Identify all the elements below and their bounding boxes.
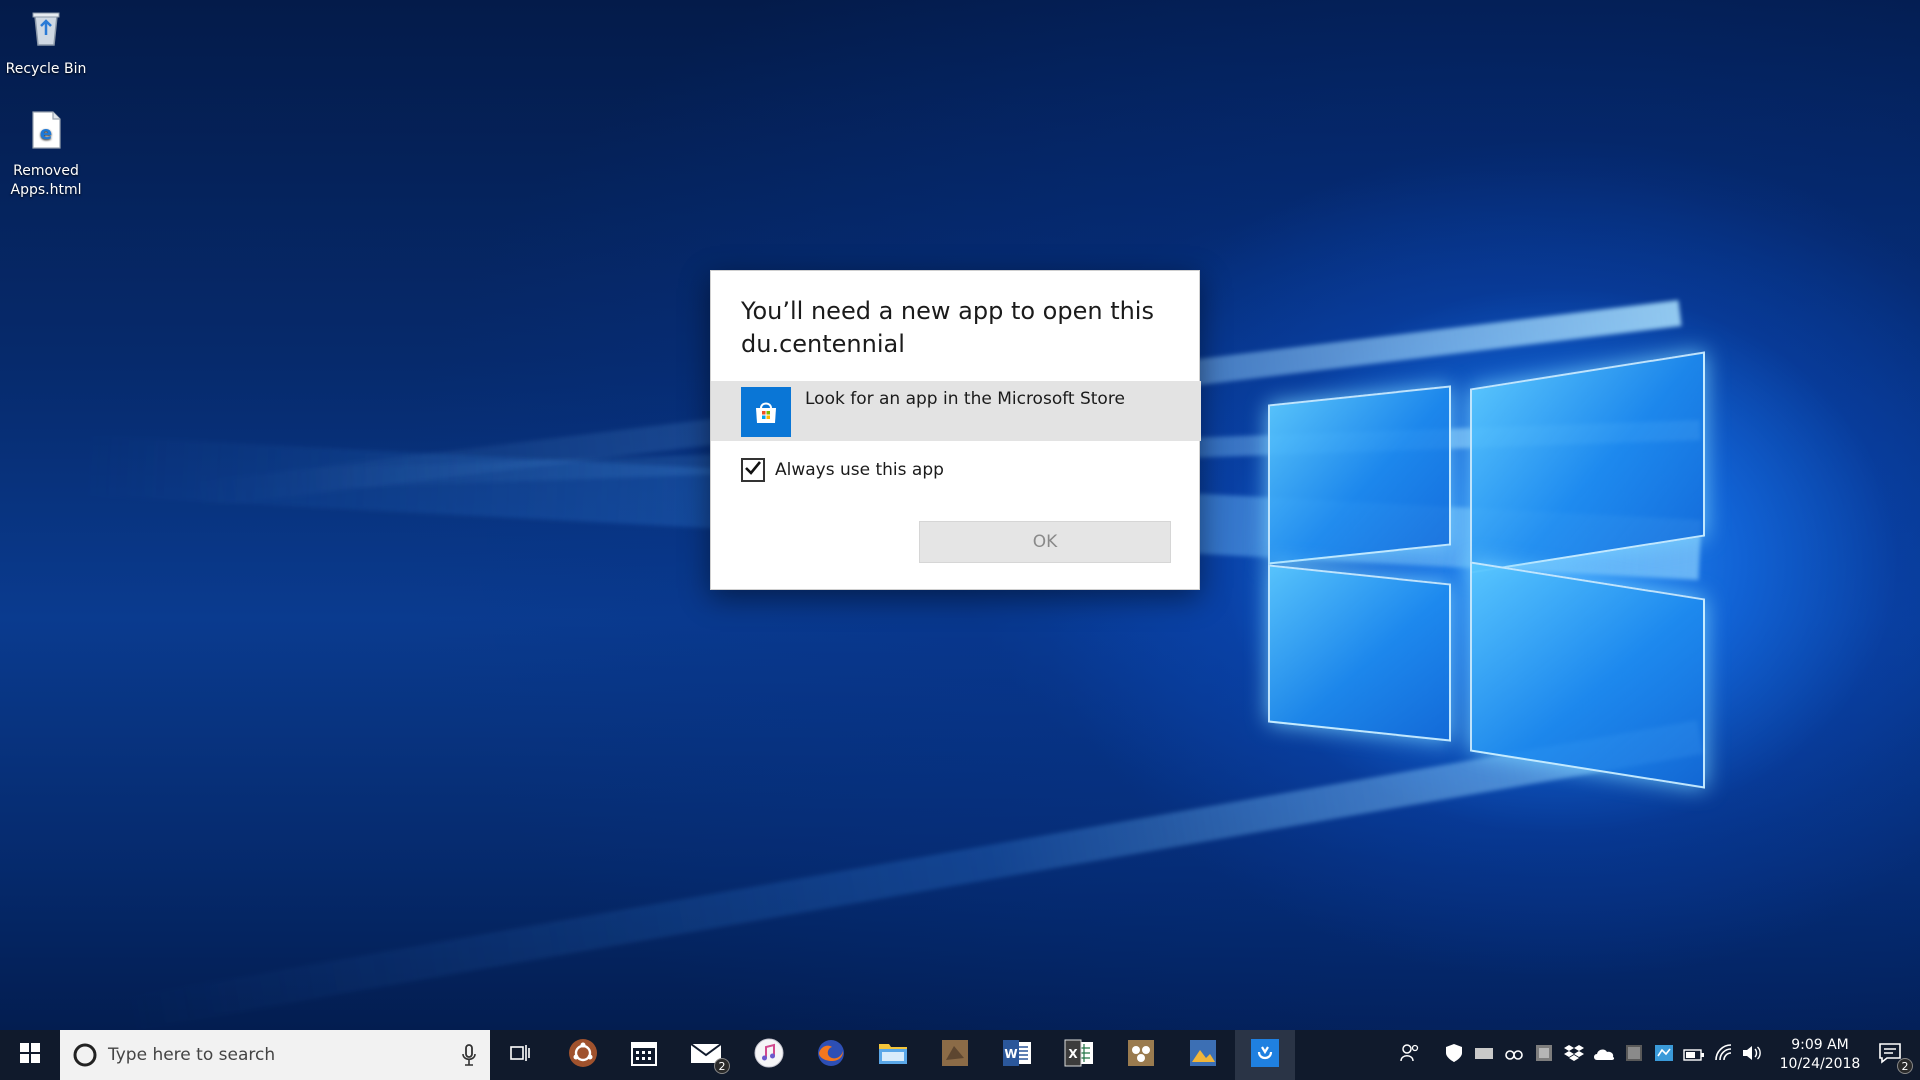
desktop-icon-label: Recycle Bin [5,61,87,77]
microsoft-store-icon [741,387,791,437]
microsoft-store-option[interactable]: Look for an app in the Microsoft Store [711,381,1201,441]
dropbox-icon [1564,1044,1584,1066]
windows-start-icon [20,1043,40,1067]
cortana-icon [72,1042,98,1068]
always-use-label: Always use this app [775,460,944,480]
volume-icon [1742,1044,1762,1066]
svg-text:W: W [1004,1047,1017,1061]
tray-app[interactable] [1620,1030,1648,1080]
tray-app[interactable] [1470,1030,1498,1080]
tray-dropbox[interactable] [1560,1030,1588,1080]
taskbar-app[interactable] [1173,1030,1233,1080]
taskbar-app[interactable] [739,1030,799,1080]
calendar-icon [630,1039,658,1071]
search-placeholder: Type here to search [108,1045,276,1065]
windows-logo-pane [1470,561,1705,789]
open-with-dialog: You’ll need a new app to open this du.ce… [710,270,1201,590]
search-input[interactable]: Type here to search [60,1030,490,1080]
recycle-bin-icon [0,8,92,54]
windows-logo-pane [1470,351,1705,574]
tray-volume[interactable] [1738,1030,1766,1080]
svg-text:X: X [1068,1047,1078,1061]
app-icon [1250,1038,1280,1072]
word-icon: W [1002,1039,1032,1071]
mail-badge: 2 [714,1058,730,1074]
app-icon [1474,1045,1494,1065]
dialog-title: You’ll need a new app to open this du.ce… [741,297,1154,358]
app-icon [1504,1046,1524,1065]
defender-icon [1445,1043,1463,1067]
svg-text:e: e [40,123,52,144]
windows-logo-pane [1268,564,1451,742]
tray-defender[interactable] [1440,1030,1468,1080]
taskbar: Type here to search 2 W X 9:09 AM 10/24/… [0,1030,1920,1080]
tray-battery[interactable] [1680,1030,1708,1080]
app-icon [1654,1044,1674,1066]
always-use-row[interactable]: Always use this app [741,456,944,484]
tray-app[interactable] [1530,1030,1558,1080]
taskbar-app[interactable] [1111,1030,1171,1080]
taskbar-app[interactable] [553,1030,613,1080]
taskbar-app[interactable] [925,1030,985,1080]
checkmark-icon [744,459,762,481]
edge-html-file-icon: e [0,110,92,156]
always-use-checkbox[interactable] [741,458,765,482]
file-explorer-icon [878,1040,908,1070]
desktop-icon-recycle-bin[interactable]: Recycle Bin [0,8,92,79]
microphone-icon[interactable] [462,1044,476,1070]
tray-onedrive[interactable] [1590,1030,1618,1080]
windows-logo-pane [1268,385,1451,565]
store-option-label: Look for an app in the Microsoft Store [805,389,1125,409]
taskbar-app[interactable] [863,1030,923,1080]
app-icon [1625,1044,1643,1066]
start-button[interactable] [0,1030,60,1080]
app-icon [1126,1038,1156,1072]
taskbar-app[interactable] [614,1030,674,1080]
taskbar-app-active[interactable] [1235,1030,1295,1080]
desktop-icon-removed-apps[interactable]: e Removed Apps.html [0,110,92,200]
action-center-button[interactable]: 2 [1860,1030,1920,1080]
people-icon [1400,1043,1420,1067]
tray-app[interactable] [1650,1030,1678,1080]
notifications-badge: 2 [1897,1058,1913,1074]
ubuntu-icon [568,1038,598,1072]
tray-app[interactable] [1500,1030,1528,1080]
taskbar-app[interactable]: W [987,1030,1047,1080]
app-icon [1535,1044,1553,1066]
onedrive-icon [1593,1046,1615,1065]
desktop-icon-label: Removed Apps.html [10,163,82,198]
battery-icon [1683,1046,1705,1065]
firefox-icon [816,1038,846,1072]
app-icon [940,1038,970,1072]
photos-icon [1188,1038,1218,1072]
task-view-button[interactable] [490,1030,550,1080]
task-view-icon [509,1043,531,1067]
ok-button[interactable]: OK [919,521,1171,563]
taskbar-app[interactable]: X [1049,1030,1109,1080]
tray-people[interactable] [1396,1030,1424,1080]
itunes-icon [754,1038,784,1072]
taskbar-app[interactable] [801,1030,861,1080]
wifi-icon [1714,1044,1734,1066]
taskbar-app[interactable]: 2 [676,1030,736,1080]
tray-wifi[interactable] [1710,1030,1738,1080]
excel-icon: X [1064,1039,1094,1071]
